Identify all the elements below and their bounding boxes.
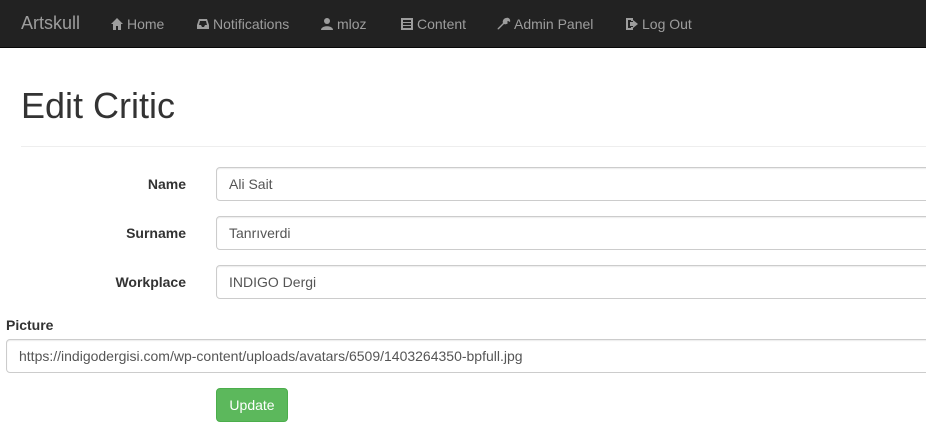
page-title: Edit Critic — [21, 85, 176, 126]
nav-item-label: Content — [417, 16, 467, 32]
workplace-input[interactable] — [216, 265, 926, 299]
log-out-icon — [625, 17, 639, 31]
brand-link[interactable]: Artskull — [21, 13, 80, 34]
nav-item-user[interactable]: mloz — [320, 15, 367, 33]
user-icon — [320, 17, 334, 31]
nav-item-label: Notifications — [213, 16, 290, 32]
nav-item-notifications[interactable]: Notifications — [196, 15, 289, 33]
list-icon — [400, 17, 414, 31]
name-input[interactable] — [216, 167, 926, 201]
nav-item-content[interactable]: Content — [400, 15, 466, 33]
nav-item-label: Log Out — [642, 16, 692, 32]
name-label: Name — [147, 176, 186, 192]
title-divider — [21, 146, 926, 147]
wrench-icon — [497, 17, 511, 31]
update-button[interactable]: Update — [216, 388, 288, 422]
picture-label: Picture — [6, 317, 54, 333]
inbox-icon — [196, 17, 210, 31]
workplace-label: Workplace — [115, 274, 186, 290]
picture-url-input[interactable] — [6, 339, 926, 373]
nav-item-admin-panel[interactable]: Admin Panel — [497, 15, 593, 33]
surname-input[interactable] — [216, 216, 926, 250]
nav-item-label: mloz — [337, 16, 367, 32]
nav-item-label: Admin Panel — [514, 16, 594, 32]
top-navbar: Artskull Home Notifications mloz Content… — [0, 0, 926, 48]
nav-item-log-out[interactable]: Log Out — [625, 15, 692, 33]
nav-item-label: Home — [127, 16, 165, 32]
surname-label: Surname — [126, 225, 186, 241]
nav-item-home[interactable]: Home — [110, 15, 164, 33]
home-icon — [110, 17, 124, 31]
